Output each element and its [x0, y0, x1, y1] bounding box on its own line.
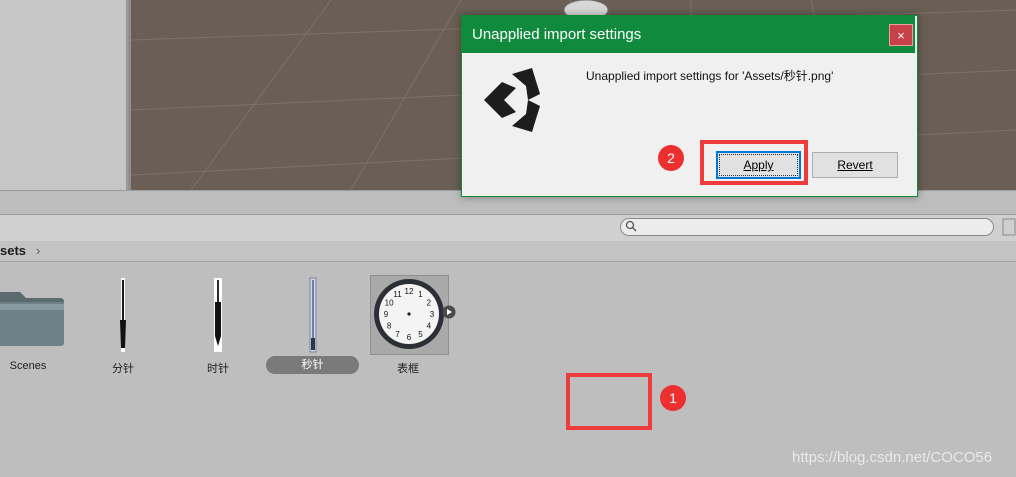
asset-label-minute: 分针 [112, 363, 134, 375]
second-hand-thumbnail[interactable] [306, 276, 320, 354]
annotation-badge-1: 1 [660, 385, 686, 411]
clock-number: 6 [407, 333, 412, 342]
clock-number: 3 [430, 310, 435, 319]
annotation-badge-2: 2 [658, 145, 684, 171]
hour-hand-thumbnail[interactable] [208, 276, 228, 354]
clock-number: 9 [384, 310, 389, 319]
asset-grid[interactable] [0, 262, 1016, 477]
scroll-handle[interactable] [1001, 218, 1016, 236]
breadcrumb [0, 241, 1016, 262]
clock-number: 4 [427, 322, 432, 331]
annotation-box-apply [700, 140, 808, 185]
search-input[interactable] [620, 218, 994, 236]
clock-number: 2 [427, 299, 432, 308]
clock-face-thumbnail[interactable]: 12 12 3 45678 9 1011 [372, 277, 446, 351]
asset-label-clock: 表框 [397, 363, 419, 375]
close-icon[interactable]: × [889, 24, 913, 46]
hierarchy-panel [0, 0, 128, 190]
asset-label-scenes: Scenes [9, 360, 47, 372]
clock-number: 12 [405, 287, 414, 296]
clock-number: 7 [395, 330, 400, 339]
breadcrumb-assets[interactable]: sets [0, 243, 26, 258]
clock-number: 10 [385, 299, 394, 308]
annotation-box-empty-area [566, 373, 652, 430]
minute-hand-thumbnail[interactable] [115, 276, 131, 354]
dialog-message: Unapplied import settings for 'Assets/秒针… [586, 69, 834, 83]
folder-icon[interactable] [0, 284, 66, 348]
revert-button[interactable]: Revert [812, 152, 898, 178]
play-icon[interactable] [442, 305, 456, 319]
breadcrumb-arrow-icon: › [36, 243, 41, 258]
asset-label-hour: 时针 [207, 363, 229, 375]
search-icon [625, 220, 637, 232]
clock-number: 8 [387, 322, 392, 331]
clock-number: 1 [418, 290, 423, 299]
asset-label-second: 秒针 [266, 356, 359, 374]
clock-number: 5 [418, 330, 423, 339]
clock-number: 11 [393, 290, 402, 299]
watermark: https://blog.csdn.net/COCO56 [792, 449, 993, 466]
dialog-title: Unapplied import settings [472, 26, 642, 43]
unity-logo-icon [484, 68, 540, 132]
